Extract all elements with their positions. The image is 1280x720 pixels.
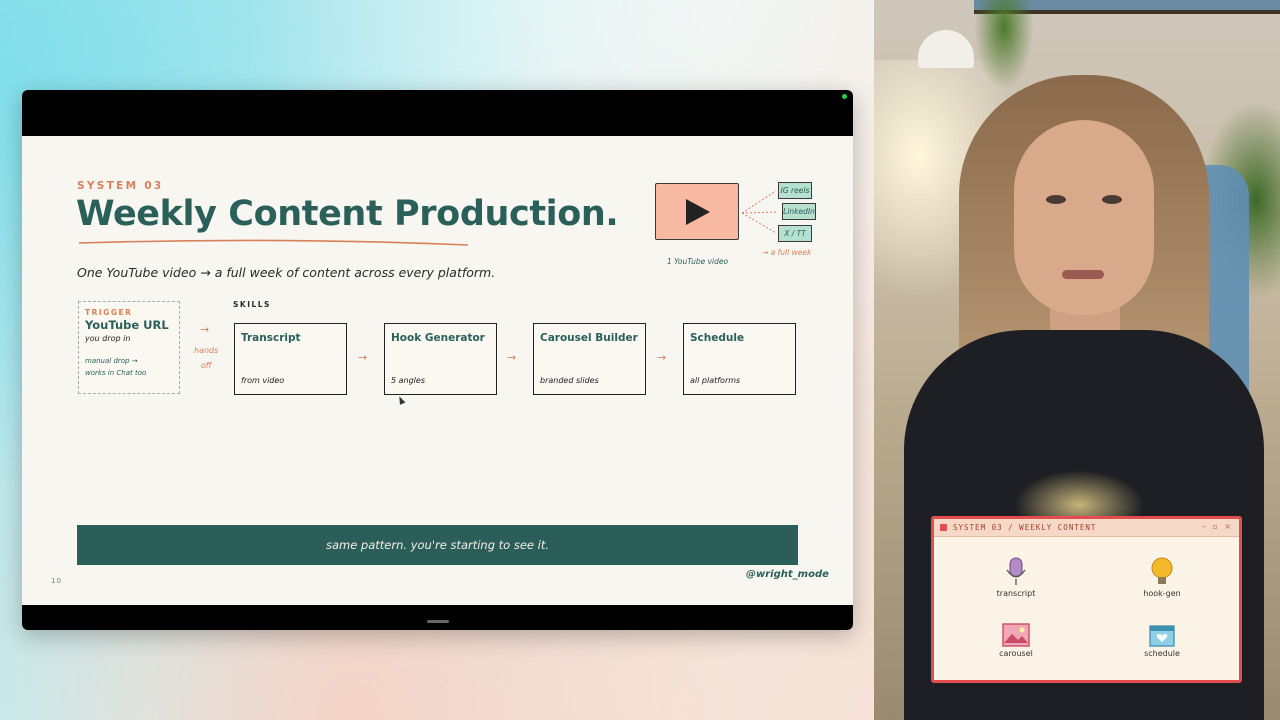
mouse-cursor [396, 395, 406, 405]
lightbulb-icon [1151, 557, 1173, 584]
trigger-title: YouTube URL [85, 318, 169, 332]
hands-off-label: hands off [194, 343, 218, 373]
image-icon [1002, 623, 1030, 647]
play-icon [686, 199, 710, 225]
hands-off-line: hands [194, 346, 219, 355]
skill-desc: 5 angles [391, 376, 425, 385]
home-indicator[interactable] [427, 620, 449, 623]
trigger-note: manual drop → works in Chat too [85, 355, 173, 379]
skill-desc: branded slides [540, 376, 599, 385]
tile-label: carousel [999, 649, 1033, 658]
lamp [918, 30, 974, 68]
plant [974, 0, 1034, 90]
author-handle: @wright_mode [746, 569, 829, 580]
presenter-face [1014, 120, 1154, 315]
platform-x-tt: X / TT [778, 225, 812, 242]
flow-arrow: → [507, 351, 517, 364]
trigger-box: TRIGGER YouTube URL you drop in manual d… [78, 301, 180, 394]
window-icon [940, 524, 947, 531]
skill-carousel-builder: Carousel Builder branded slides [533, 323, 646, 395]
skills-label: SKILLS [233, 300, 271, 309]
page-number: 10 [51, 577, 62, 585]
system-popup-window: SYSTEM 03 / WEEKLY CONTENT – ▫ × transcr… [931, 516, 1242, 683]
skill-name: Carousel Builder [540, 332, 638, 344]
skill-name: Hook Generator [391, 332, 485, 344]
skill-name: Transcript [241, 332, 301, 344]
fan-out-arrows [741, 190, 779, 234]
slide-title: Weekly Content Production. [76, 194, 619, 234]
tile-transcript[interactable]: transcript [981, 557, 1051, 598]
flow-arrow: → [657, 351, 667, 364]
takeaway-banner: same pattern. you're starting to see it. [77, 525, 798, 565]
tile-hook-gen[interactable]: hook-gen [1127, 557, 1197, 598]
week-caption: → a full week [762, 248, 812, 257]
platform-ig-reels: IG reels [778, 182, 812, 199]
trigger-sub: you drop in [85, 334, 131, 343]
hands-off-arrow: → [200, 323, 210, 336]
slide-subtitle: One YouTube video → a full week of conte… [77, 265, 496, 280]
window-controls[interactable]: – ▫ × [1202, 522, 1233, 531]
skill-transcript: Transcript from video [234, 323, 347, 395]
hands-off-line: off [200, 361, 212, 370]
tile-label: schedule [1144, 649, 1180, 658]
trigger-label: TRIGGER [85, 308, 133, 317]
thumbnail-caption: 1 YouTube video [667, 257, 729, 266]
skill-hook-generator: Hook Generator 5 angles [384, 323, 497, 395]
youtube-thumbnail [655, 183, 739, 240]
eye [1046, 195, 1066, 204]
camera-indicator [842, 94, 847, 99]
skill-desc: from video [241, 376, 285, 385]
popup-titlebar[interactable]: SYSTEM 03 / WEEKLY CONTENT [934, 519, 1239, 537]
tile-schedule[interactable]: schedule [1127, 623, 1197, 658]
calendar-heart-icon [1149, 625, 1175, 647]
title-underline [78, 239, 469, 246]
slide-eyebrow: SYSTEM 03 [77, 180, 164, 192]
presentation-window: SYSTEM 03 Weekly Content Production. One… [22, 90, 853, 630]
skill-schedule: Schedule all platforms [683, 323, 796, 395]
flow-arrow: → [358, 351, 368, 364]
platform-linkedin: LinkedIn [782, 203, 816, 220]
skill-name: Schedule [690, 332, 745, 344]
trigger-note-line: manual drop → [85, 357, 138, 365]
tile-label: transcript [996, 589, 1036, 598]
eye [1102, 195, 1122, 204]
trigger-note-line: works in Chat too [85, 369, 147, 377]
mouth [1062, 270, 1104, 279]
tile-label: hook-gen [1143, 589, 1181, 598]
tile-carousel[interactable]: carousel [981, 623, 1051, 658]
skill-desc: all platforms [690, 376, 741, 385]
popup-title: SYSTEM 03 / WEEKLY CONTENT [953, 523, 1097, 532]
slide: SYSTEM 03 Weekly Content Production. One… [22, 136, 853, 605]
microphone-icon [1006, 557, 1026, 585]
